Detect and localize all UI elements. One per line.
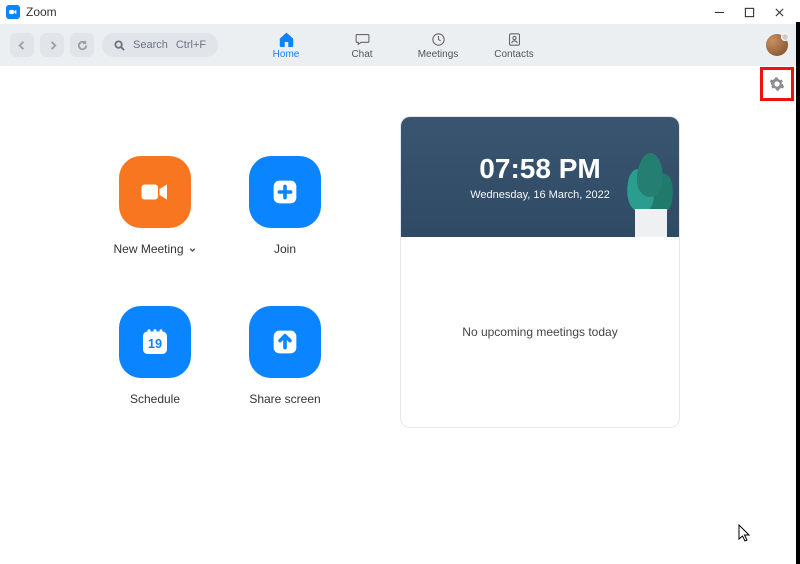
tab-contacts[interactable]: Contacts: [490, 31, 538, 60]
no-meetings-text: No upcoming meetings today: [462, 325, 617, 339]
action-label: Schedule: [130, 392, 180, 406]
gear-icon: [769, 76, 785, 92]
search-placeholder: Search: [133, 39, 168, 51]
chat-icon: [354, 31, 371, 48]
action-label: New Meeting: [113, 242, 183, 256]
action-label: Join: [274, 242, 296, 256]
plus-icon: [249, 156, 321, 228]
action-label: Share screen: [249, 392, 320, 406]
main-tabs: Home Chat Meetings Contacts: [262, 24, 538, 66]
plant-illustration: [599, 147, 679, 237]
minimize-button[interactable]: [704, 0, 734, 24]
schedule-button[interactable]: 19 Schedule: [90, 306, 220, 406]
nav-refresh-button[interactable]: [70, 33, 94, 57]
share-up-icon: [249, 306, 321, 378]
search-hotkey: Ctrl+F: [176, 39, 206, 51]
zoom-logo-icon: [6, 5, 20, 19]
tab-chat[interactable]: Chat: [338, 31, 386, 60]
window-border: [796, 22, 800, 564]
current-time: 07:58 PM: [479, 153, 600, 185]
search-input[interactable]: Search Ctrl+F: [102, 33, 218, 57]
upcoming-card: 07:58 PM Wednesday, 16 March, 2022 No up…: [400, 116, 680, 428]
settings-button[interactable]: [760, 67, 794, 101]
search-icon: [114, 40, 125, 51]
maximize-button[interactable]: [734, 0, 764, 24]
card-body: No upcoming meetings today: [401, 237, 679, 427]
video-icon: [119, 156, 191, 228]
calendar-icon: 19: [119, 306, 191, 378]
share-screen-button[interactable]: Share screen: [220, 306, 350, 406]
home-icon: [278, 31, 295, 48]
current-date: Wednesday, 16 March, 2022: [470, 189, 610, 201]
titlebar: Zoom: [0, 0, 800, 24]
nav-forward-button[interactable]: [40, 33, 64, 57]
main-content: New Meeting Join 19 Schedule Share scree…: [0, 66, 800, 428]
profile-avatar[interactable]: [766, 34, 788, 56]
clock-icon: [430, 31, 447, 48]
tab-home[interactable]: Home: [262, 31, 310, 60]
actions-grid: New Meeting Join 19 Schedule Share scree…: [90, 156, 350, 406]
nav-back-button[interactable]: [10, 33, 34, 57]
card-header: 07:58 PM Wednesday, 16 March, 2022: [401, 117, 679, 237]
toolbar: Search Ctrl+F Home Chat Meetings Contact…: [0, 24, 800, 66]
cursor-icon: [738, 524, 752, 542]
svg-text:19: 19: [148, 336, 162, 351]
window-title: Zoom: [26, 5, 704, 19]
close-button[interactable]: [764, 0, 794, 24]
chevron-down-icon[interactable]: [188, 245, 197, 254]
new-meeting-button[interactable]: New Meeting: [90, 156, 220, 256]
tab-meetings[interactable]: Meetings: [414, 31, 462, 60]
window-controls: [704, 0, 794, 24]
join-button[interactable]: Join: [220, 156, 350, 256]
contacts-icon: [506, 31, 523, 48]
